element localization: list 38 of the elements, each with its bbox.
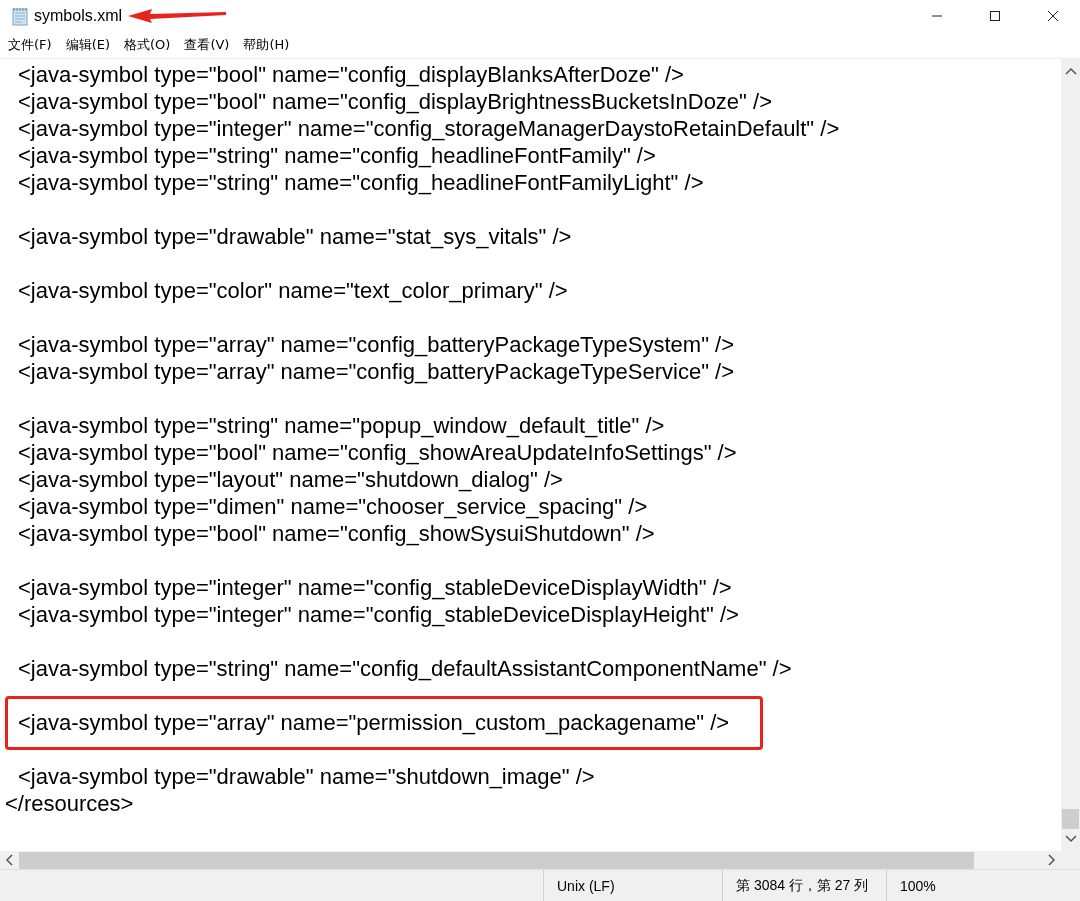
menu-item[interactable]: 编辑(E): [65, 34, 110, 56]
scroll-up-icon[interactable]: [1064, 67, 1077, 75]
scroll-down-icon[interactable]: [1064, 835, 1077, 843]
code-line: <java-symbol type="drawable" name="shutdown_image" />: [18, 764, 595, 789]
code-line: <java-symbol type="bool" name="config_showSysuiShutdown" />: [18, 521, 655, 546]
scroll-left-icon[interactable]: [5, 854, 13, 866]
notepad-icon: [10, 6, 30, 26]
code-line: <java-symbol type="string" name="config_headlineFontFamily" />: [18, 143, 656, 168]
line-ending-status: Unix (LF): [557, 877, 615, 894]
code-line: <java-symbol type="dimen" name="chooser_service_spacing" />: [18, 494, 648, 519]
menu-item[interactable]: 格式(O): [124, 34, 171, 56]
code-line: <java-symbol type="bool" name="config_displayBlanksAfterDoze" />: [18, 62, 684, 87]
maximize-icon: [989, 10, 1001, 22]
code-line: <java-symbol type="drawable" name="stat_sys_vitals" />: [18, 224, 572, 249]
cursor-position: 第 3084 行，第 27 列: [736, 876, 869, 895]
menu-item[interactable]: 帮助(H): [243, 34, 290, 56]
code-line: <java-symbol type="array" name="config_batteryPackageTypeService" />: [18, 359, 735, 384]
code-line: <java-symbol type="layout" name="shutdown_dialog" />: [18, 467, 563, 492]
close-icon: [1047, 10, 1059, 22]
code-line: <java-symbol type="array" name="permission_custom_packagename" />: [18, 710, 730, 735]
scrollbar-thumb[interactable]: [1062, 809, 1079, 829]
code-line: <java-symbol type="color" name="text_color_primary" />: [18, 278, 568, 303]
code-line: <java-symbol type="integer" name="config_stableDeviceDisplayHeight" />: [18, 602, 739, 627]
code-line: <java-symbol type="array" name="config_batteryPackageTypeSystem" />: [18, 332, 735, 357]
code-line: <java-symbol type="integer" name="config_stableDeviceDisplayWidth" />: [18, 575, 732, 600]
code-line: <java-symbol type="bool" name="config_showAreaUpdateInfoSettings" />: [18, 440, 737, 465]
code-line: <java-symbol type="bool" name="config_displayBrightnessBucketsInDoze" />: [18, 89, 772, 114]
code-line: <java-symbol type="string" name="config_headlineFontFamilyLight" />: [18, 170, 704, 195]
code-line: <java-symbol type="string" name="config_defaultAssistantComponentName" />: [18, 656, 792, 681]
window-title: symbols.xml: [34, 7, 122, 25]
menu-item[interactable]: 查看(V): [184, 34, 230, 56]
code-line: <java-symbol type="integer" name="config_storageManagerDaystoRetainDefault" />: [18, 116, 840, 141]
zoom-level: 100%: [900, 877, 936, 894]
menu-item[interactable]: 文件(F): [8, 34, 52, 56]
code-line: <java-symbol type="string" name="popup_window_default_title" />: [18, 413, 665, 438]
code-line: </resources>: [5, 791, 134, 816]
scroll-right-icon[interactable]: [1048, 854, 1056, 866]
vertical-scrollbar[interactable]: [1061, 59, 1080, 851]
